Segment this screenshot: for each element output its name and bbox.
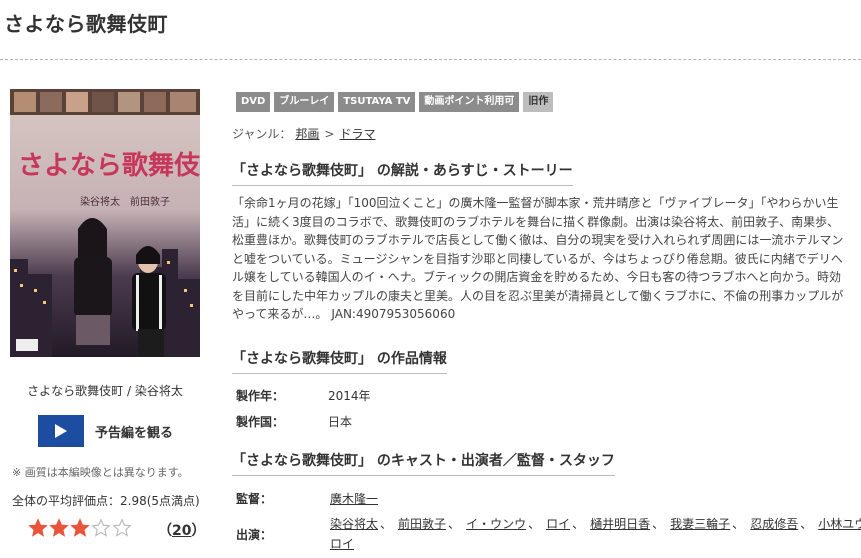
- synopsis-line: ル嬢をしている韓国人のイ・ヘナ。ブティックの開店資金を貯めるため、今日も客の待つ…: [232, 270, 842, 284]
- cast-member-link[interactable]: 染谷将太: [330, 517, 378, 531]
- format-tag: 動画ポイント利用可: [419, 92, 520, 112]
- synopsis-line: 松重豊ほか。歌舞伎町のラブホテルで店長として働く徹は、自分の現実を受け入れられず…: [232, 233, 844, 247]
- cast-member-link[interactable]: 我妻三輪子: [670, 517, 730, 531]
- cast-member-link[interactable]: ロイ: [330, 537, 354, 551]
- format-tag: 旧作: [523, 92, 554, 112]
- play-icon[interactable]: [38, 415, 84, 447]
- info-value: 日本: [328, 415, 353, 429]
- image-quality-note: ※ 画質は本編映像とは異なります。: [12, 466, 189, 479]
- cast-member-link[interactable]: 小林ユウキチ: [818, 517, 861, 531]
- review-count-close: ）: [191, 523, 206, 539]
- actors-label: 出演：: [236, 528, 273, 542]
- synopsis-text: 「余命1ヶ月の花嫁」「100回泣くこと」の廣木隆一監督が脚本家・荒井晴彦と「ヴァ…: [232, 194, 850, 324]
- cast-separator: 、: [448, 517, 461, 531]
- info-label: 製作年：: [236, 389, 285, 403]
- synopsis-line: 「余命1ヶ月の花嫁」「100回泣くこと」の廣木隆一監督が脚本家・荒井晴彦と「ヴァ…: [232, 196, 839, 210]
- synopsis-line: と嘘をついている。ミュージシャンを目指す沙耶と同棲しているが、今はちょっぴり倦怠…: [232, 251, 843, 266]
- dvd-cover-image[interactable]: さよなら歌舞伎町 染谷将太 前田敦子: [10, 89, 200, 357]
- genre-link-drama[interactable]: ドラマ: [339, 127, 375, 141]
- review-count-open: （: [158, 523, 172, 539]
- cast-member-link[interactable]: イ・ウンウ: [466, 517, 526, 531]
- cast-separator: 、: [380, 517, 393, 531]
- synopsis-last-text: やって来るが…。: [232, 307, 328, 321]
- cast-member-link[interactable]: 前田敦子: [398, 517, 446, 531]
- cast-member-link[interactable]: ロイ: [546, 517, 570, 531]
- page-title: さよなら歌舞伎町: [4, 12, 168, 36]
- synopsis-heading: 「さよなら歌舞伎町」 の解説・あらすじ・ストーリー: [232, 160, 573, 186]
- star-empty-icon: [112, 518, 132, 537]
- star-filled-icon: [49, 518, 69, 537]
- director-label: 監督：: [236, 492, 273, 506]
- title-divider: [0, 59, 861, 60]
- cast-separator: 、: [652, 517, 665, 531]
- jan-code: JAN:4907953056060: [331, 307, 456, 321]
- format-tag: DVD: [236, 92, 271, 112]
- cast-heading: 「さよなら歌舞伎町」 のキャスト・出演者／監督・スタッフ: [232, 450, 615, 476]
- cover-caption: さよなら歌舞伎町 / 染谷将太: [27, 384, 183, 398]
- cast-separator: 、: [732, 517, 745, 531]
- star-filled-icon: [70, 518, 90, 537]
- format-tags: DVD ブルーレイ TSUTAYA TV 動画ポイント利用可 旧作: [236, 92, 557, 112]
- cast-member-link[interactable]: 樋井明日香: [590, 517, 650, 531]
- cast-separator: 、: [528, 517, 541, 531]
- trailer-label[interactable]: 予告編を観る: [95, 422, 173, 441]
- work-info-heading: 「さよなら歌舞伎町」 の作品情報: [232, 348, 447, 374]
- info-row-country: 製作国： 日本: [236, 413, 352, 430]
- director-line: 廣木隆一: [330, 490, 378, 507]
- cast-separator: 、: [572, 517, 585, 531]
- actors-line: ロイ: [330, 535, 354, 552]
- info-value: 2014年: [328, 389, 371, 403]
- actors-line: 染谷将太、前田敦子、イ・ウンウ、ロイ、樋井明日香、我妻三輪子、忍成修吾、小林ユウ…: [330, 515, 861, 532]
- breadcrumb-separator: >: [324, 127, 335, 141]
- info-label: 製作国：: [236, 415, 285, 429]
- synopsis-line-last: やって来るが…。 JAN:4907953056060: [232, 305, 850, 324]
- rating-stars: [28, 518, 133, 538]
- review-count-link[interactable]: 20: [172, 523, 191, 539]
- synopsis-line: 活」に続く3度目のコラボで、歌舞伎町のラブホテルを舞台に描く群像劇。出演は染谷将…: [232, 214, 840, 229]
- cast-separator: 、: [800, 517, 813, 531]
- genre-link-houga[interactable]: 邦画: [295, 127, 319, 141]
- star-filled-icon: [28, 518, 48, 537]
- trailer-button[interactable]: 予告編を観る: [38, 415, 173, 447]
- average-rating: 全体の平均評価点：2.98(5点満点): [12, 494, 200, 508]
- poster-cast: 染谷将太 前田敦子: [80, 195, 170, 208]
- genre-label: ジャンル：: [232, 127, 292, 141]
- info-row-year: 製作年： 2014年: [236, 387, 371, 404]
- director-link[interactable]: 廣木隆一: [330, 492, 378, 506]
- poster-title: さよなら歌舞伎町: [18, 151, 200, 181]
- review-count: （20）: [158, 520, 205, 540]
- format-tag: ブルーレイ: [274, 92, 335, 112]
- star-empty-icon: [91, 518, 111, 537]
- cover-artwork: さよなら歌舞伎町 染谷将太 前田敦子: [10, 89, 200, 357]
- genre-breadcrumb: ジャンル： 邦画 > ドラマ: [232, 125, 380, 142]
- format-tag: TSUTAYA TV: [338, 92, 416, 112]
- cast-member-link[interactable]: 忍成修吾: [750, 517, 798, 531]
- synopsis-line: を目前にした中年カップルの康夫と里美。人の目を忍ぶ里美が清掃員として働くラブホに…: [232, 288, 844, 303]
